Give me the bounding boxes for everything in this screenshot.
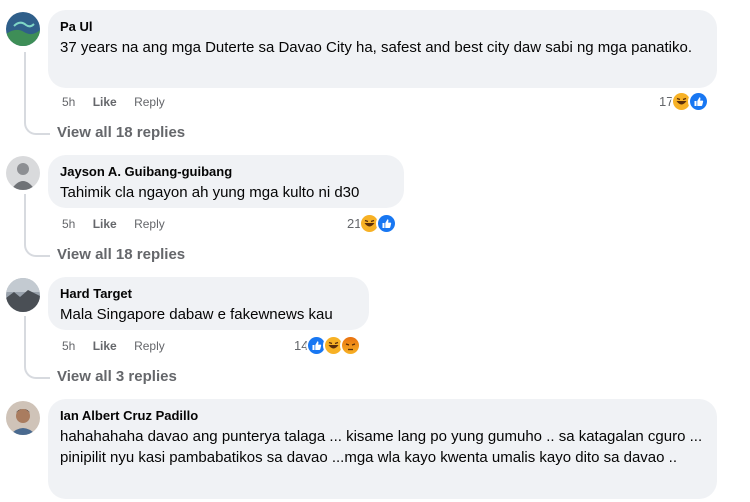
comment-actions: 5h Like Reply [62,338,179,354]
thread-connector [24,361,50,379]
view-replies-link[interactable]: View all 3 replies [57,367,177,387]
comment-bubble: Ian Albert Cruz Padillo hahahahaha davao… [48,399,717,499]
like-button[interactable]: Like [93,339,117,353]
comment-author[interactable]: Jayson A. Guibang-guibang [60,163,392,180]
avatar[interactable] [6,12,40,46]
reply-button[interactable]: Reply [134,339,165,353]
comment-time[interactable]: 5h [62,217,75,231]
comment-text: 37 years na ang mga Duterte sa Davao Cit… [60,39,693,56]
reaction-summary[interactable]: 14 [294,335,362,356]
comment-bubble: Hard Target Mala Singapore dabaw e fakew… [48,277,369,330]
comment-text: hahahahaha davao ang punterya talaga ...… [60,428,703,466]
comment-bubble: Jayson A. Guibang-guibang Tahimik cla ng… [48,155,404,208]
comment-text: Tahimik cla ngayon ah yung mga kulto ni … [60,184,360,201]
avatar-image [6,12,40,46]
view-replies-link[interactable]: View all 18 replies [57,123,185,143]
reaction-summary[interactable]: 17 [659,91,710,112]
avatar[interactable] [6,278,40,312]
comment-author[interactable]: Ian Albert Cruz Padillo [60,407,705,424]
view-replies-link[interactable]: View all 18 replies [57,245,185,265]
comment-time[interactable]: 5h [62,339,75,353]
avatar-image [6,278,40,312]
thread-line [24,316,26,362]
avatar[interactable] [6,401,40,435]
comment-actions: 5h Like Reply [62,94,179,110]
comment-bubble: Pa Ul 37 years na ang mga Duterte sa Dav… [48,10,717,88]
like-icon [688,91,710,112]
angry-icon [340,335,362,356]
thread-connector [24,239,50,257]
comment-actions: 5h Like Reply [62,216,179,232]
avatar[interactable] [6,156,40,190]
avatar-image [6,401,40,435]
thread-line [24,52,26,118]
avatar-image [6,156,40,190]
like-icon [376,213,398,234]
comment-time[interactable]: 5h [62,95,75,109]
reaction-summary[interactable]: 21 [347,213,398,234]
comment-author[interactable]: Hard Target [60,285,357,302]
like-button[interactable]: Like [93,95,117,109]
reply-button[interactable]: Reply [134,217,165,231]
thread-line [24,194,26,240]
comment-author[interactable]: Pa Ul [60,18,705,35]
reply-button[interactable]: Reply [134,95,165,109]
comment-text: Mala Singapore dabaw e fakewnews kau [60,306,333,323]
like-button[interactable]: Like [93,217,117,231]
thread-connector [24,117,50,135]
